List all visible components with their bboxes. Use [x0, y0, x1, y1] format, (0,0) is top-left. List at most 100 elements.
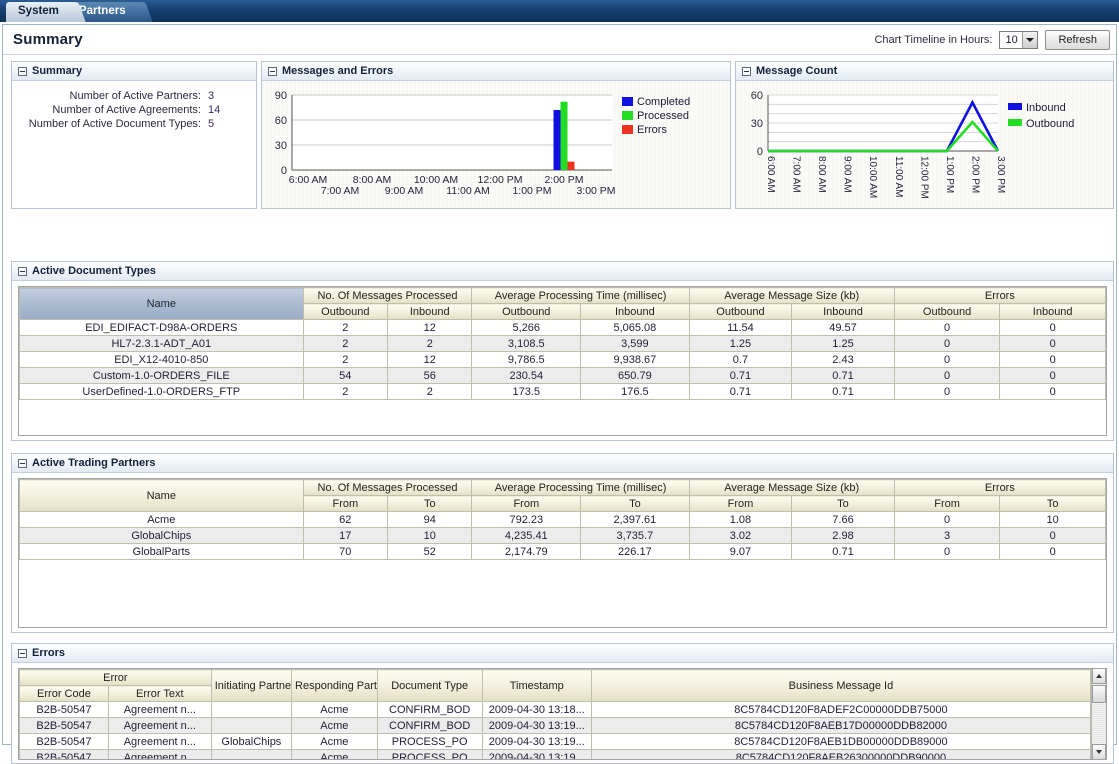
cell-error-text: Agreement n... [107, 717, 212, 734]
column-header[interactable]: To [387, 495, 473, 512]
tab-system[interactable]: System [6, 2, 86, 22]
cell-metric: 56 [387, 367, 473, 384]
scroll-up-icon[interactable] [1092, 669, 1106, 684]
cell-error-count: 0 [999, 527, 1106, 544]
collapse-icon[interactable] [268, 66, 277, 76]
column-group-header[interactable]: Name [19, 287, 304, 320]
svg-text:8:00 AM: 8:00 AM [816, 156, 827, 193]
column-header[interactable]: To [791, 495, 895, 512]
table-row[interactable]: HL7-2.3.1-ADT_A01 2 2 3,108.5 3,599 1.25 1.25 0… [19, 335, 1106, 352]
table-row[interactable]: B2B-50547 Agreement n... Acme CONFIRM_BOD 20… [19, 717, 1092, 734]
column-header[interactable]: To [999, 495, 1106, 512]
column-header[interactable]: Inbound [999, 303, 1106, 320]
table-row[interactable]: B2B-50547 Agreement n... Acme PROCESS_PO 200… [19, 749, 1092, 759]
column-group-header[interactable]: Timestamp [481, 669, 592, 702]
cell-error-text: Agreement n... [107, 701, 212, 718]
cell-metric: 5,266 [471, 319, 582, 336]
summary-value-partners: 3 [208, 90, 215, 102]
message-count-chart: 0 30 60 6:00 AM 7:00 AM 8:00 AM 9:00 AM 10:00 A… [736, 81, 1113, 208]
column-group-header[interactable]: No. Of Messages Processed [302, 479, 473, 496]
column-group-header[interactable]: Name [19, 479, 304, 512]
column-group-header[interactable]: Average Message Size (kb) [688, 479, 895, 496]
column-group-header[interactable]: Errors [893, 287, 1106, 304]
summary-row-doctypes: Number of Active Document Types: 5 [12, 117, 250, 131]
table-row[interactable]: GlobalParts 70 52 2,174.79 226.17 9.07 0.71 0 0 [19, 543, 1106, 560]
chart-timeline-label: Chart Timeline in Hours: [874, 33, 993, 46]
tab-system-label: System [18, 5, 59, 17]
cell-responding-partner: Acme [291, 701, 378, 718]
table-row[interactable]: UserDefined-1.0-ORDERS_FTP 2 2 173.5 176.5 0.… [19, 383, 1106, 400]
column-header[interactable]: Inbound [791, 303, 895, 320]
table-row[interactable]: EDI_EDIFACT-D98A-ORDERS 2 12 5,266 5,065.08 1… [19, 319, 1106, 336]
chart-timeline-select[interactable]: 10 [999, 30, 1039, 49]
column-header[interactable]: Outbound [688, 303, 793, 320]
svg-text:1:00 PM: 1:00 PM [944, 156, 955, 193]
column-header[interactable]: To [580, 495, 690, 512]
cell-responding-partner: Acme [291, 749, 378, 759]
cell-metric: 12 [387, 319, 473, 336]
cell-metric: 2 [302, 335, 389, 352]
column-header[interactable]: From [471, 495, 582, 512]
cell-error-count: 0 [893, 543, 1001, 560]
svg-text:6:00 AM: 6:00 AM [765, 156, 776, 193]
errors-scrollbar[interactable] [1091, 669, 1106, 759]
table-row[interactable]: Custom-1.0-ORDERS_FILE 54 56 230.54 650.79 0.… [19, 367, 1106, 384]
column-header[interactable]: Outbound [893, 303, 1001, 320]
cell-business-message-id[interactable]: 8C5784CD120F8AEB26300000DDB90000 [590, 749, 1092, 759]
column-header[interactable]: From [302, 495, 389, 512]
errors-table: ErrorInitiating PartnerResponding Partne… [19, 669, 1092, 759]
collapse-icon[interactable] [18, 266, 27, 276]
svg-text:0: 0 [281, 165, 287, 177]
column-group-header[interactable]: No. Of Messages Processed [302, 287, 473, 304]
chevron-down-icon[interactable] [1022, 31, 1038, 48]
cell-error-count: 3 [893, 527, 1001, 544]
collapse-icon[interactable] [18, 66, 27, 76]
column-header[interactable]: Error Text [107, 685, 212, 702]
refresh-button[interactable]: Refresh [1045, 29, 1110, 50]
table-row[interactable]: EDI_X12-4010-850 2 12 9,786.5 9,938.67 0.7 2.4… [19, 351, 1106, 368]
column-group-header[interactable]: Error [19, 669, 212, 686]
svg-text:30: 30 [751, 118, 763, 130]
active-trading-partners-header: Active Trading Partners [12, 454, 1113, 473]
table-row[interactable]: GlobalChips 17 10 4,235.41 3,735.7 3.02 2.98 3 0 [19, 527, 1106, 544]
column-group-header[interactable]: Average Message Size (kb) [688, 287, 895, 304]
chart-timeline-value: 10 [1005, 33, 1018, 46]
cell-business-message-id[interactable]: 8C5784CD120F8AEB17D00000DDB82000 [590, 717, 1092, 734]
svg-text:Errors: Errors [637, 124, 667, 136]
cell-metric: 0.71 [791, 367, 895, 384]
column-header[interactable]: From [893, 495, 1001, 512]
column-group-header[interactable]: Document Type [376, 669, 483, 702]
messages-errors-header: Messages and Errors [262, 62, 730, 81]
scrollbar-thumb[interactable] [1092, 685, 1106, 703]
column-header[interactable]: Inbound [387, 303, 473, 320]
cell-metric: 7.66 [791, 511, 895, 528]
column-group-header[interactable]: Responding Partner [291, 669, 378, 702]
active-trading-partners-panel: Active Trading Partners Name No. Of Messa… [11, 453, 1114, 633]
collapse-icon[interactable] [18, 458, 27, 468]
column-group-header[interactable]: Initiating Partner [210, 669, 293, 702]
svg-text:11:00 AM: 11:00 AM [446, 185, 490, 197]
column-group-header[interactable]: Errors [893, 479, 1106, 496]
scroll-down-icon[interactable] [1092, 744, 1106, 759]
cell-business-message-id[interactable]: 8C5784CD120F8ADEF2C00000DDB75000 [590, 701, 1092, 718]
cell-metric: 9,786.5 [471, 351, 582, 368]
cell-timestamp: 2009-04-30 13:19... [481, 749, 592, 759]
column-header[interactable]: Error Code [19, 685, 109, 702]
table-row[interactable]: B2B-50547 Agreement n... Acme CONFIRM_BOD 20… [19, 701, 1092, 718]
scrollbar-track[interactable] [1092, 703, 1106, 743]
collapse-icon[interactable] [742, 66, 751, 76]
table-row[interactable]: Acme 62 94 792.23 2,397.61 1.08 7.66 0 10 [19, 511, 1106, 528]
column-header[interactable]: From [688, 495, 793, 512]
cell-business-message-id[interactable]: 8C5784CD120F8AEB1DB00000DDB89000 [590, 733, 1092, 750]
column-header[interactable]: Inbound [580, 303, 690, 320]
collapse-icon[interactable] [18, 648, 27, 658]
page-header: Summary Chart Timeline in Hours: 10 Refr… [3, 25, 1116, 55]
summary-panel-title: Summary [32, 65, 83, 77]
cell-timestamp: 2009-04-30 13:19... [481, 717, 592, 734]
column-group-header[interactable]: Average Processing Time (millisec) [471, 287, 690, 304]
column-group-header[interactable]: Business Message Id [590, 669, 1092, 702]
table-row[interactable]: B2B-50547 Agreement n... GlobalChips Acme PR… [19, 733, 1092, 750]
column-header[interactable]: Outbound [471, 303, 582, 320]
column-group-header[interactable]: Average Processing Time (millisec) [471, 479, 690, 496]
column-header[interactable]: Outbound [302, 303, 389, 320]
